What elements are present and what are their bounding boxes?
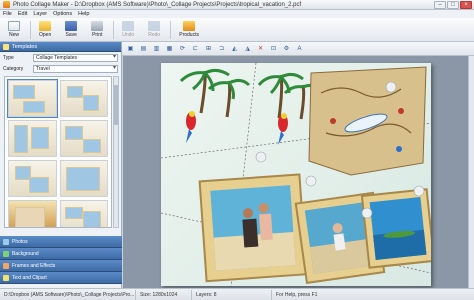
products-box-icon xyxy=(183,21,196,31)
category-select[interactable]: Travel xyxy=(33,65,118,73)
align-right-icon[interactable]: ⊐ xyxy=(217,45,226,53)
flip-vertical-icon[interactable]: ◮ xyxy=(243,45,252,53)
open-button[interactable]: Open xyxy=(35,19,55,41)
parrot-clipart-left xyxy=(186,111,196,143)
send-backward-icon[interactable]: ▥ xyxy=(152,45,161,53)
parrot-clipart-right xyxy=(278,113,288,145)
template-thumbnail-grid xyxy=(4,76,112,228)
new-file-icon xyxy=(8,21,20,31)
layer-toolstrip: ▣ ▤ ▥ ▦ ⟳ ⊏ ⊞ ⊐ ◭ ◮ ✕ ⊡ ⚙ A xyxy=(122,42,474,56)
app-icon xyxy=(3,1,10,8)
print-button[interactable]: Print xyxy=(87,19,107,41)
bring-front-icon[interactable]: ▣ xyxy=(126,45,135,53)
frames-icon xyxy=(3,262,9,269)
flip-horizontal-icon[interactable]: ◭ xyxy=(230,45,239,53)
template-thumbnail[interactable] xyxy=(59,120,108,157)
collage-artwork xyxy=(160,62,436,287)
title-bar: Photo Collage Maker - D:\Dropbox (AMS So… xyxy=(0,0,474,10)
templates-icon xyxy=(3,43,9,50)
floppy-disk-icon xyxy=(65,21,78,31)
undo-button[interactable]: Undo xyxy=(118,19,138,41)
delete-icon[interactable]: ✕ xyxy=(256,45,265,53)
new-button[interactable]: New xyxy=(4,19,24,41)
menu-bar: File Edit Layer Options Help xyxy=(0,10,474,18)
bring-forward-icon[interactable]: ▤ xyxy=(139,45,148,53)
template-thumbnail[interactable] xyxy=(59,200,108,227)
panel-accordion: Photos Background Frames and Effects Tex… xyxy=(0,236,122,284)
save-button[interactable]: Save xyxy=(61,19,81,41)
undo-arrow-icon xyxy=(122,21,135,31)
palm-tree-clipart-left xyxy=(179,68,251,118)
accordion-text-clipart[interactable]: Text and Clipart xyxy=(0,272,122,284)
status-help: For Help, press F1 xyxy=(276,291,318,298)
templates-header[interactable]: Templates xyxy=(0,42,121,52)
template-thumbnail[interactable] xyxy=(8,120,57,157)
background-icon xyxy=(3,250,9,257)
menu-help[interactable]: Help xyxy=(78,11,89,17)
category-label: Category xyxy=(3,66,24,72)
status-size: Size: 1280x1024 xyxy=(136,289,192,300)
template-thumbnail[interactable] xyxy=(8,160,57,197)
scrollbar-thumb[interactable] xyxy=(114,85,118,125)
window-title: Photo Collage Maker - D:\Dropbox (AMS So… xyxy=(13,1,302,8)
type-select[interactable]: Collage Templates xyxy=(33,54,118,62)
template-thumbnail[interactable] xyxy=(59,160,108,197)
folder-icon xyxy=(39,21,52,31)
beach-photo-frame-main xyxy=(198,173,308,283)
accordion-background[interactable]: Background xyxy=(0,248,122,260)
crop-icon[interactable]: ⊡ xyxy=(269,45,278,53)
maximize-button[interactable]: □ xyxy=(447,1,459,9)
template-thumbnail[interactable] xyxy=(7,79,58,118)
menu-edit[interactable]: Edit xyxy=(18,11,27,17)
redo-arrow-icon xyxy=(148,21,161,31)
type-label: Type xyxy=(3,55,14,61)
main-toolbar: New Open Save Print Undo Redo Products xyxy=(0,18,474,42)
settings-icon[interactable]: ⚙ xyxy=(282,45,291,53)
status-layers: Layers: 8 xyxy=(192,289,272,300)
align-left-icon[interactable]: ⊏ xyxy=(191,45,200,53)
redo-button[interactable]: Redo xyxy=(144,19,164,41)
text-icon[interactable]: A xyxy=(295,45,304,53)
canvas-scrollbar[interactable] xyxy=(468,56,474,288)
status-bar: D:\Dropbox (AMS Software)\Photo\_Collage… xyxy=(0,288,474,300)
template-thumbnail[interactable] xyxy=(59,80,108,117)
accordion-photos[interactable]: Photos xyxy=(0,236,122,248)
canvas-area[interactable] xyxy=(123,56,468,288)
minimize-button[interactable]: – xyxy=(434,1,446,9)
collage-page[interactable] xyxy=(160,62,436,287)
products-button[interactable]: Products xyxy=(175,19,203,41)
thumbnail-scrollbar[interactable] xyxy=(113,76,119,228)
close-button[interactable]: × xyxy=(460,1,472,9)
accordion-frames-effects[interactable]: Frames and Effects xyxy=(0,260,122,272)
left-panel: Templates Type Collage Templates Categor… xyxy=(0,42,122,288)
island-photo-frame xyxy=(360,188,436,269)
rotate-icon[interactable]: ⟳ xyxy=(178,45,187,53)
menu-layer[interactable]: Layer xyxy=(33,11,47,17)
printer-icon xyxy=(91,21,104,31)
template-thumbnail[interactable] xyxy=(8,200,57,227)
send-back-icon[interactable]: ▦ xyxy=(165,45,174,53)
status-path: D:\Dropbox (AMS Software)\Photo\_Collage… xyxy=(0,289,136,300)
menu-options[interactable]: Options xyxy=(53,11,72,17)
menu-file[interactable]: File xyxy=(3,11,12,17)
align-center-icon[interactable]: ⊞ xyxy=(204,45,213,53)
treasure-map-photo xyxy=(308,66,427,176)
photos-icon xyxy=(3,238,9,245)
text-clipart-icon xyxy=(3,274,9,281)
